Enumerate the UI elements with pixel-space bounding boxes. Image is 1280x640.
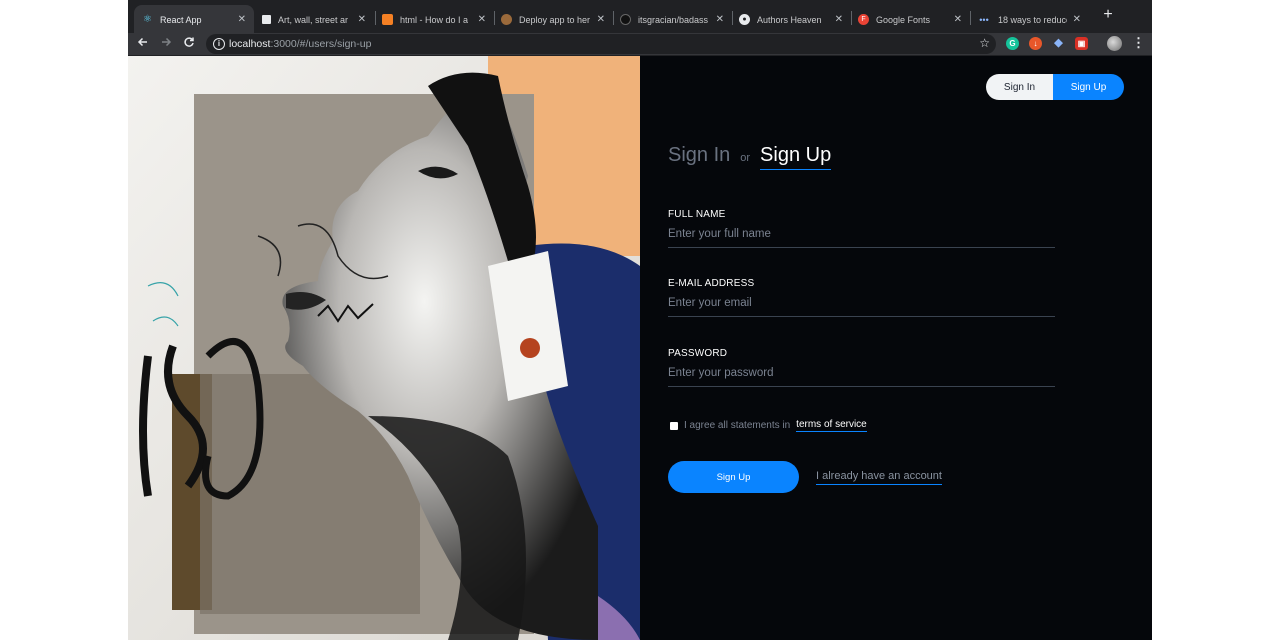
form-title-row: Sign In or Sign Up (668, 144, 832, 170)
url-text[interactable]: localhost:3000/#/users/sign-up (229, 38, 371, 50)
close-tab-icon[interactable]: ✕ (835, 14, 843, 25)
back-icon[interactable] (134, 35, 152, 53)
address-bar[interactable]: i localhost:3000/#/users/sign-up ☆ (206, 34, 996, 54)
password-input[interactable] (668, 365, 1055, 387)
google-fonts-icon: F (858, 14, 869, 25)
email-group: E-MAIL ADDRESS (668, 278, 1055, 317)
close-tab-icon[interactable]: ✕ (358, 14, 366, 25)
full-name-label: FULL NAME (668, 209, 726, 220)
tab-stackoverflow[interactable]: html - How do I a ✕ (374, 5, 494, 34)
reload-icon[interactable] (180, 35, 198, 53)
profile-avatar[interactable] (1107, 36, 1122, 51)
terms-text: I agree all statements in (684, 420, 791, 431)
email-label: E-MAIL ADDRESS (668, 278, 755, 289)
already-have-account-link[interactable]: I already have an account (816, 470, 942, 485)
heading-sign-in-link[interactable]: Sign In (668, 144, 730, 167)
dots-icon: ••• (979, 14, 989, 25)
tab-heroku[interactable]: Deploy app to her ✕ (493, 5, 613, 34)
close-tab-icon[interactable]: ✕ (478, 14, 486, 25)
tab-authors-heaven[interactable]: ● Authors Heaven ✕ (731, 5, 851, 34)
auth-panel: Sign In Sign Up Sign In or Sign Up FULL … (640, 56, 1152, 640)
terms-of-service-link[interactable]: terms of service (796, 419, 867, 432)
tab-github[interactable]: itsgracian/badass ✕ (612, 5, 732, 34)
tab-react-app[interactable]: ⚛ React App ✕ (134, 5, 254, 34)
heading-or: or (740, 152, 751, 164)
terms-row: I agree all statements in terms of servi… (670, 419, 867, 432)
close-tab-icon[interactable]: ✕ (954, 14, 962, 25)
more-menu-icon[interactable]: ⋮ (1132, 35, 1145, 51)
info-icon[interactable]: i (213, 38, 225, 50)
heroku-icon (501, 14, 512, 25)
full-name-input[interactable] (668, 226, 1055, 248)
password-label: PASSWORD (668, 348, 728, 359)
switch-sign-in-button[interactable]: Sign In (986, 74, 1053, 100)
extension-red-icon[interactable]: ▣ (1075, 37, 1088, 50)
password-group: PASSWORD (668, 348, 1055, 387)
tab-18-ways[interactable]: ••• 18 ways to reduce ✕ (969, 5, 1089, 34)
tab-strip: ⚛ React App ✕ Art, wall, street ar ✕ htm… (128, 0, 1152, 34)
full-name-group: FULL NAME (668, 209, 1055, 248)
close-tab-icon[interactable]: ✕ (1073, 14, 1081, 25)
react-icon: ⚛ (143, 14, 152, 25)
heading-sign-up[interactable]: Sign Up (760, 144, 832, 170)
forward-icon[interactable] (157, 35, 175, 53)
grammarly-icon[interactable]: G (1006, 37, 1019, 50)
tab-art-wall[interactable]: Art, wall, street ar ✕ (254, 5, 374, 34)
email-input[interactable] (668, 295, 1055, 317)
stackoverflow-icon (382, 14, 393, 25)
close-tab-icon[interactable]: ✕ (238, 14, 246, 25)
tab-google-fonts[interactable]: F Google Fonts ✕ (850, 5, 970, 34)
browser-window: ⚛ React App ✕ Art, wall, street ar ✕ htm… (128, 0, 1152, 640)
unsplash-icon (262, 15, 271, 24)
bookmark-star-icon[interactable]: ☆ (979, 36, 990, 50)
browser-toolbar: i localhost:3000/#/users/sign-up ☆ G ↓ ◆… (128, 33, 1152, 55)
github-icon (620, 14, 631, 25)
sign-up-submit-button[interactable]: Sign Up (668, 461, 799, 493)
close-tab-icon[interactable]: ✕ (716, 14, 724, 25)
new-tab-button[interactable]: + (1098, 6, 1118, 24)
extension-diamond-icon[interactable]: ◆ (1052, 37, 1065, 50)
page-viewport: Sign In Sign Up Sign In or Sign Up FULL … (128, 56, 1152, 640)
globe-icon: ● (739, 14, 750, 25)
extension-orange-icon[interactable]: ↓ (1029, 37, 1042, 50)
close-tab-icon[interactable]: ✕ (597, 14, 605, 25)
auth-switch: Sign In Sign Up (986, 74, 1124, 100)
street-art-image (128, 56, 640, 640)
terms-checkbox[interactable] (670, 421, 678, 430)
switch-sign-up-button[interactable]: Sign Up (1053, 74, 1124, 100)
